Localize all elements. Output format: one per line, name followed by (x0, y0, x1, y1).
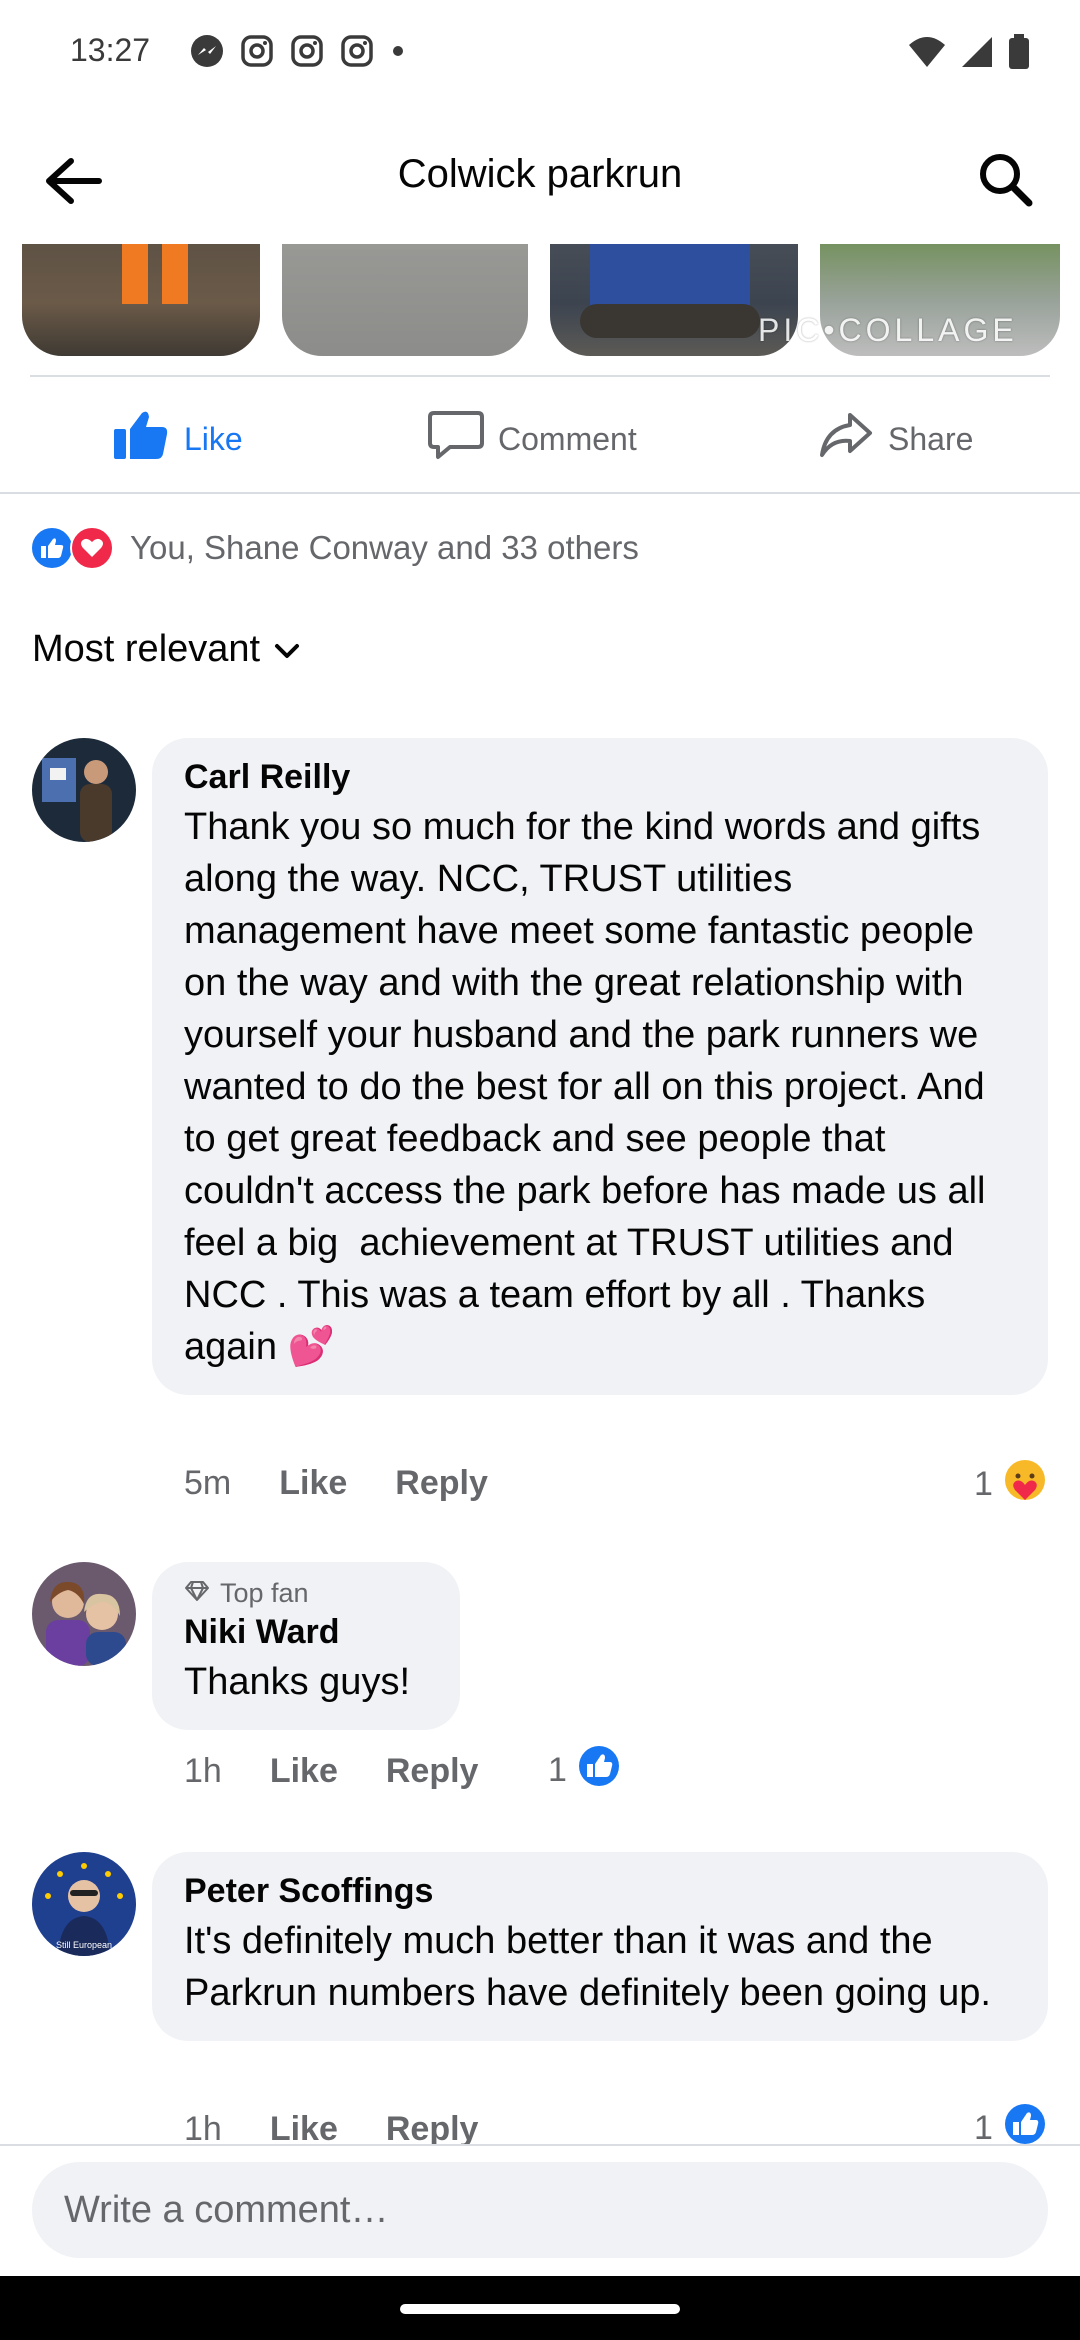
comment-text: It's definitely much better than it was … (184, 1920, 991, 2014)
avatar[interactable] (32, 738, 136, 842)
comment-author[interactable]: Peter Scoffings (184, 1872, 1018, 1911)
diamond-icon (184, 1578, 210, 1609)
instagram-icon (240, 34, 274, 73)
comment-meta: 5m Like Reply (184, 1464, 536, 1503)
dot-icon (390, 34, 406, 73)
care-reaction-icon (1003, 1458, 1047, 1511)
comment-button[interactable]: Comment (428, 409, 1080, 469)
divider (0, 492, 1080, 494)
comment-time: 5m (184, 1464, 232, 1502)
share-button[interactable]: Share (818, 409, 973, 469)
messenger-icon (190, 34, 224, 73)
signal-icon (960, 35, 994, 74)
navigation-bar (0, 2276, 1080, 2340)
comment-reply-button[interactable]: Reply (386, 1752, 479, 1791)
instagram-icon (290, 34, 324, 73)
top-fan-label: Top fan (220, 1578, 309, 1608)
comment-reply-button[interactable]: Reply (395, 1464, 488, 1503)
avatar[interactable] (32, 1562, 136, 1666)
comment-label: Comment (498, 420, 637, 457)
comment-text: Thanks guys! (184, 1661, 410, 1703)
comment-bubble[interactable]: Top fan Niki Ward Thanks guys! (152, 1562, 460, 1730)
like-button[interactable]: Like (112, 409, 243, 469)
comment-bubble[interactable]: Carl Reilly Thank you so much for the ki… (152, 738, 1048, 1395)
comment-meta: 1h Like Reply (184, 1752, 526, 1791)
photo-strip[interactable]: PIC•COLLAGE (0, 244, 1080, 356)
page-title: Colwick parkrun (397, 152, 683, 196)
comment-time: 1h (184, 1752, 222, 1790)
write-comment-input[interactable]: Write a comment… (32, 2162, 1048, 2258)
post-photo[interactable] (282, 244, 528, 356)
post-photo[interactable] (22, 244, 260, 356)
avatar-text: Still European (56, 1940, 112, 1950)
love-reaction-icon (70, 526, 114, 570)
instagram-icon (340, 34, 374, 73)
app-bar: Colwick parkrun (0, 110, 1080, 240)
like-label: Like (184, 420, 243, 457)
sort-label: Most relevant (32, 628, 261, 670)
top-fan-badge: Top fan (184, 1578, 430, 1609)
comment-author[interactable]: Niki Ward (184, 1613, 430, 1652)
like-reaction-icon (30, 526, 74, 570)
divider (30, 375, 1050, 377)
comment-like-button[interactable]: Like (279, 1464, 347, 1503)
post-actions: Like Comment Share (0, 385, 1080, 485)
reaction-icons (30, 526, 118, 570)
comment-like-button[interactable]: Like (270, 1752, 338, 1791)
status-time: 13:27 (70, 32, 151, 68)
reaction-count: 1 (974, 2109, 993, 2147)
avatar[interactable]: Still European (32, 1852, 136, 1956)
share-label: Share (888, 420, 974, 457)
search-button[interactable] (970, 146, 1040, 216)
system-icons (908, 34, 1030, 75)
share-icon (818, 409, 874, 469)
divider (0, 2144, 1080, 2146)
reactions-text: You, Shane Conway and 33 others (130, 529, 639, 566)
composer-placeholder: Write a comment… (64, 2188, 389, 2231)
wifi-icon (908, 35, 946, 74)
home-gesture-handle[interactable] (400, 2304, 680, 2314)
comment-bubble[interactable]: Peter Scoffings It's definitely much bet… (152, 1852, 1048, 2041)
reaction-count: 1 (548, 1751, 567, 1789)
reactions-summary[interactable]: You, Shane Conway and 33 others (30, 526, 639, 570)
comment-icon (428, 409, 484, 469)
notification-icons (190, 34, 406, 73)
comment-reaction-count[interactable]: 1 (548, 1744, 621, 1797)
search-icon (976, 150, 1034, 213)
comment-text: Thank you so much for the kind words and… (184, 806, 997, 1368)
pic-collage-watermark: PIC•COLLAGE (758, 312, 1018, 348)
comment-sort-dropdown[interactable]: Most relevant (32, 628, 300, 671)
thumbs-up-icon (112, 409, 170, 469)
reaction-count: 1 (974, 1465, 993, 1503)
battery-icon (1008, 34, 1030, 75)
comment-author[interactable]: Carl Reilly (184, 758, 1018, 797)
comment-reaction-count[interactable]: 1 (974, 1458, 1047, 1511)
status-bar: 13:27 (0, 0, 1080, 110)
like-reaction-icon (577, 1744, 621, 1797)
chevron-down-icon (274, 628, 300, 671)
